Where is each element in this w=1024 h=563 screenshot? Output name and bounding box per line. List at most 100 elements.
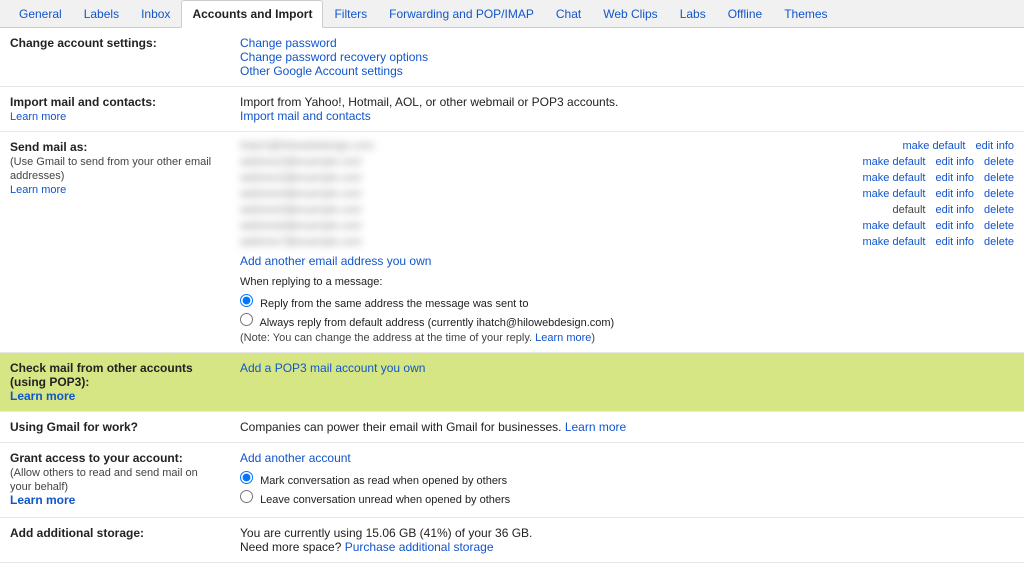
email-row-2: address2@example.com make default edit i… <box>240 156 1014 168</box>
email-row-6: address6@example.com make default edit i… <box>240 220 1014 232</box>
reply-option-1[interactable]: Reply from the same address the message … <box>240 294 1014 310</box>
tab-offline[interactable]: Offline <box>717 0 773 28</box>
email-actions-3: make default edit info delete <box>863 172 1015 184</box>
make-default-6[interactable]: make default <box>863 220 926 232</box>
edit-info-5[interactable]: edit info <box>935 204 974 216</box>
check-mail-learn-more[interactable]: Learn more <box>10 389 75 403</box>
settings-content: Change account settings: Change password… <box>0 28 1024 563</box>
email-addr-7: address7@example.com <box>240 236 853 248</box>
reply-options: Reply from the same address the message … <box>240 294 1014 329</box>
grant-option-1[interactable]: Mark conversation as read when opened by… <box>240 471 1014 487</box>
reply-radio-2[interactable] <box>240 313 253 326</box>
import-content: Import from Yahoo!, Hotmail, AOL, or oth… <box>230 87 1024 132</box>
send-mail-learn-more[interactable]: Learn more <box>10 184 66 196</box>
delete-3[interactable]: delete <box>984 172 1014 184</box>
tab-labels[interactable]: Labels <box>73 0 130 28</box>
grant-radio-1[interactable] <box>240 471 253 484</box>
tab-accounts[interactable]: Accounts and Import <box>181 0 323 28</box>
tab-themes[interactable]: Themes <box>773 0 838 28</box>
grant-option-2[interactable]: Leave conversation unread when opened by… <box>240 490 1014 506</box>
send-mail-content: ihatch@hilowebdesign.com make default ed… <box>230 132 1024 353</box>
add-pop3-link[interactable]: Add a POP3 mail account you own <box>240 361 425 375</box>
change-account-label: Change account settings: <box>0 28 230 87</box>
edit-info-7[interactable]: edit info <box>935 236 974 248</box>
gmail-work-content: Companies can power their email with Gma… <box>230 412 1024 443</box>
grant-access-label: Grant access to your account: (Allow oth… <box>0 443 230 518</box>
import-label: Import mail and contacts: Learn more <box>0 87 230 132</box>
tab-general[interactable]: General <box>8 0 73 28</box>
edit-info-2[interactable]: edit info <box>935 156 974 168</box>
send-mail-row: Send mail as: (Use Gmail to send from yo… <box>0 132 1024 353</box>
email-actions-4: make default edit info delete <box>863 188 1015 200</box>
reply-radio-1[interactable] <box>240 294 253 307</box>
email-addr-6: address6@example.com <box>240 220 853 232</box>
google-account-link[interactable]: Other Google Account settings <box>240 64 403 78</box>
email-row-5: address5@example.com default edit info d… <box>240 204 1014 216</box>
delete-4[interactable]: delete <box>984 188 1014 200</box>
purchase-storage-link[interactable]: Purchase additional storage <box>345 540 494 554</box>
check-mail-content: Add a POP3 mail account you own <box>230 353 1024 412</box>
email-actions-7: make default edit info delete <box>863 236 1015 248</box>
email-addr-1: ihatch@hilowebdesign.com <box>240 140 892 152</box>
grant-access-row: Grant access to your account: (Allow oth… <box>0 443 1024 518</box>
gmail-work-label: Using Gmail for work? <box>0 412 230 443</box>
email-row-3: address3@example.com make default edit i… <box>240 172 1014 184</box>
make-default-4[interactable]: make default <box>863 188 926 200</box>
delete-6[interactable]: delete <box>984 220 1014 232</box>
make-default-2[interactable]: make default <box>863 156 926 168</box>
tab-inbox[interactable]: Inbox <box>130 0 181 28</box>
email-actions-1: make default edit info <box>902 140 1014 152</box>
storage-row: Add additional storage: You are currentl… <box>0 518 1024 563</box>
tab-labs[interactable]: Labs <box>669 0 717 28</box>
tab-chat[interactable]: Chat <box>545 0 592 28</box>
add-account-link[interactable]: Add another account <box>240 451 351 465</box>
tab-webclips[interactable]: Web Clips <box>592 0 668 28</box>
check-mail-row: Check mail from other accounts (using PO… <box>0 353 1024 412</box>
tab-forwarding[interactable]: Forwarding and POP/IMAP <box>378 0 545 28</box>
edit-info-1[interactable]: edit info <box>975 140 1014 152</box>
settings-nav: General Labels Inbox Accounts and Import… <box>0 0 1024 28</box>
change-password-link[interactable]: Change password <box>240 36 337 50</box>
check-mail-label: Check mail from other accounts (using PO… <box>0 353 230 412</box>
make-default-7[interactable]: make default <box>863 236 926 248</box>
reply-option-2[interactable]: Always reply from default address (curre… <box>240 313 1014 329</box>
email-row-1: ihatch@hilowebdesign.com make default ed… <box>240 140 1014 152</box>
make-default-1[interactable]: make default <box>902 140 965 152</box>
reply-learn-more[interactable]: Learn more <box>535 332 591 344</box>
add-email-link[interactable]: Add another email address you own <box>240 254 431 268</box>
edit-info-6[interactable]: edit info <box>935 220 974 232</box>
email-actions-6: make default edit info delete <box>863 220 1015 232</box>
gmail-work-row: Using Gmail for work? Companies can powe… <box>0 412 1024 443</box>
grant-access-content: Add another account Mark conversation as… <box>230 443 1024 518</box>
email-row-4: address4@example.com make default edit i… <box>240 188 1014 200</box>
tab-filters[interactable]: Filters <box>323 0 378 28</box>
grant-radio-2[interactable] <box>240 490 253 503</box>
change-account-content: Change password Change password recovery… <box>230 28 1024 87</box>
send-mail-label: Send mail as: (Use Gmail to send from yo… <box>0 132 230 353</box>
import-learn-more[interactable]: Learn more <box>10 111 66 123</box>
reply-title: When replying to a message: <box>240 276 1014 288</box>
delete-5[interactable]: delete <box>984 204 1014 216</box>
email-addr-2: address2@example.com <box>240 156 853 168</box>
edit-info-3[interactable]: edit info <box>935 172 974 184</box>
reply-note: (Note: You can change the address at the… <box>240 332 1014 344</box>
email-addr-4: address4@example.com <box>240 188 853 200</box>
import-row: Import mail and contacts: Learn more Imp… <box>0 87 1024 132</box>
delete-2[interactable]: delete <box>984 156 1014 168</box>
email-actions-2: make default edit info delete <box>863 156 1015 168</box>
storage-content: You are currently using 15.06 GB (41%) o… <box>230 518 1024 563</box>
change-recovery-link[interactable]: Change password recovery options <box>240 50 428 64</box>
email-actions-5: default edit info delete <box>892 204 1014 216</box>
delete-7[interactable]: delete <box>984 236 1014 248</box>
edit-info-4[interactable]: edit info <box>935 188 974 200</box>
change-account-row: Change account settings: Change password… <box>0 28 1024 87</box>
import-mail-link[interactable]: Import mail and contacts <box>240 109 371 123</box>
gmail-work-learn-more[interactable]: Learn more <box>565 420 626 434</box>
make-default-3[interactable]: make default <box>863 172 926 184</box>
grant-access-learn-more[interactable]: Learn more <box>10 493 75 507</box>
storage-label: Add additional storage: <box>0 518 230 563</box>
reply-section: When replying to a message: Reply from t… <box>240 276 1014 344</box>
email-addr-5: address5@example.com <box>240 204 882 216</box>
email-addr-3: address3@example.com <box>240 172 853 184</box>
grant-access-options: Mark conversation as read when opened by… <box>240 471 1014 506</box>
